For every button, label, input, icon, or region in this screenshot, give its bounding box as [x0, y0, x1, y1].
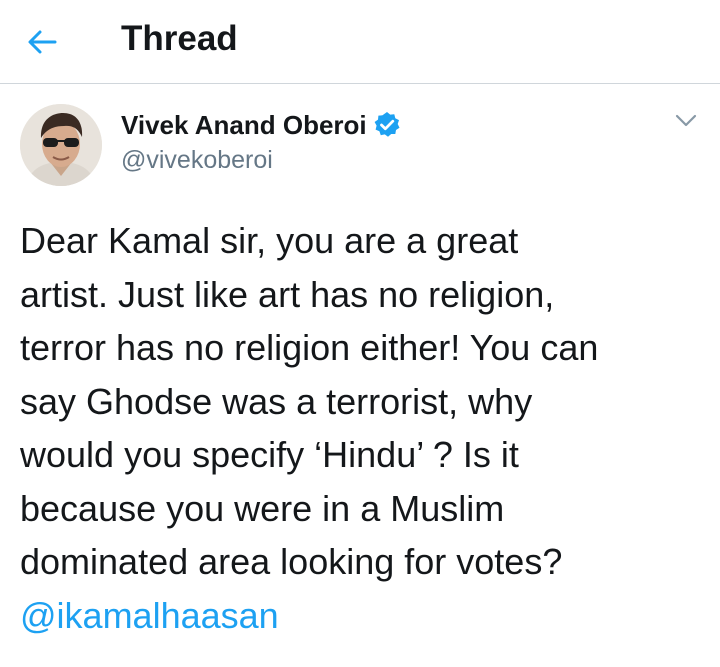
top-bar: Thread	[0, 0, 720, 84]
tweet-text-line: artist. Just like art has no religion,	[20, 273, 555, 315]
back-button[interactable]	[22, 22, 62, 62]
verified-badge-icon	[373, 111, 401, 139]
profile-photo	[20, 104, 102, 186]
tweet-text-line: would you specify ‘Hindu’ ? Is it	[20, 434, 519, 475]
thread-page: Thread Vivek Anand Oberoi @vivekoberoi D…	[0, 0, 720, 667]
author-name[interactable]: Vivek Anand Oberoi	[121, 109, 367, 141]
tweet-text-line: because you were in a Muslim	[20, 487, 505, 529]
avatar[interactable]	[20, 104, 102, 186]
page-title: Thread	[121, 19, 238, 58]
arrow-left-icon	[28, 30, 57, 54]
tweet-text-line: say Ghodse was a terrorist, why	[20, 380, 533, 422]
author-name-row[interactable]: Vivek Anand Oberoi	[121, 108, 401, 142]
tweet-text-line: terror has no religion either! You can	[20, 327, 599, 368]
tweet-text-line: Dear Kamal sir, you are a great	[20, 220, 519, 261]
author-handle[interactable]: @vivekoberoi	[121, 145, 273, 175]
mention-link[interactable]: @ikamalhaasan	[20, 595, 279, 636]
tweet-text-line: dominated area looking for votes?	[20, 541, 563, 582]
tweet-text: Dear Kamal sir, you are a great artist. …	[20, 214, 710, 642]
chevron-down-icon	[675, 114, 697, 127]
tweet-menu-button[interactable]	[668, 106, 704, 136]
